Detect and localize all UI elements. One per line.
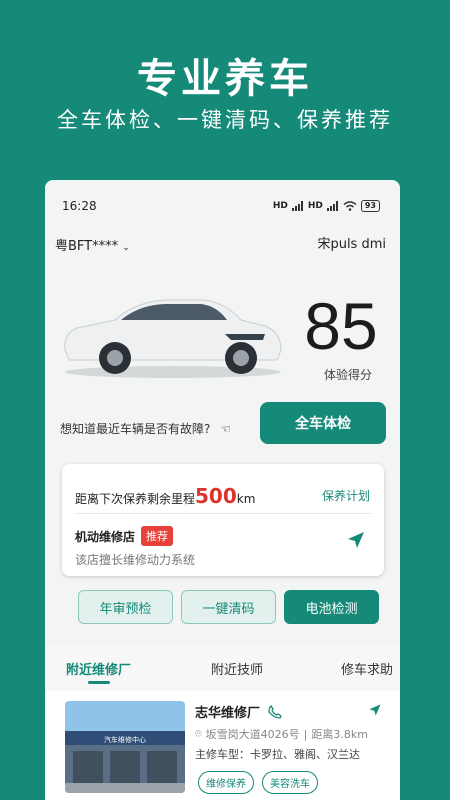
battery-icon: 93	[360, 200, 380, 212]
wifi-icon	[343, 201, 357, 211]
hero-subtitle: 全车体检、一键清码、保养推荐	[57, 108, 393, 132]
repair-shop-address: ⌾ 坂雪岗大道4026号 | 距离3.8km	[195, 727, 368, 741]
quick-actions: 年审预检 一键清码 电池检测	[78, 590, 379, 624]
navigate-icon[interactable]	[368, 703, 382, 717]
recommend-badge: 推荐	[141, 526, 174, 546]
tab-nearby-technicians[interactable]: 附近技师	[211, 659, 263, 678]
mileage-remaining: 距离下次保养剩余里程500km	[75, 484, 255, 508]
hand-pointer-icon: ☜	[220, 422, 231, 436]
phone-screen: 16:28 HD HD 93 粤BFT**** ⌄ 宋puls dmi 85 体…	[45, 180, 400, 800]
chevron-down-icon: ⌄	[122, 243, 130, 253]
plate-text: 粤BFT****	[55, 239, 119, 254]
main-models: 主修车型：卡罗拉、雅阁、汉兰达	[195, 748, 360, 761]
car-image	[64, 299, 282, 378]
mileage-prefix: 距离下次保养剩余里程	[75, 492, 196, 506]
signal-bars-icon-2	[326, 201, 338, 211]
active-tab-indicator	[88, 681, 110, 684]
score-value: 85	[304, 289, 378, 363]
status-icons: HD HD 93	[273, 200, 380, 212]
plate-selector[interactable]: 粤BFT**** ⌄	[55, 235, 130, 254]
navigate-icon[interactable]	[346, 530, 366, 550]
signal-icon-2: HD	[307, 201, 323, 211]
car-model: 宋puls dmi	[317, 237, 386, 252]
fault-question: 想知道最近车辆是否有故障? ☜	[60, 420, 231, 437]
status-time: 16:28	[62, 199, 97, 213]
annual-inspection-button[interactable]: 年审预检	[78, 590, 173, 624]
hero-title: 专业养车	[137, 56, 313, 102]
maintenance-row: 距离下次保养剩余里程500km 保养计划	[75, 478, 370, 508]
shop-photo: 汽车维修中心	[65, 701, 185, 793]
repair-shop-name: 志华维修厂	[195, 706, 261, 721]
tab-repair-help[interactable]: 修车求助	[341, 659, 393, 678]
service-tags: 维修保养 美容洗车	[198, 771, 318, 794]
divider	[75, 513, 371, 514]
shop-description: 该店擅长维修动力系统	[75, 553, 196, 567]
repair-shop-title: 志华维修厂	[195, 702, 282, 721]
signal-icon: HD	[272, 201, 288, 211]
repair-shop-card[interactable]: 汽车维修中心 志华维修厂 ⌾ 坂雪岗大道4026号 | 距离3.8km 主修车型…	[45, 691, 400, 800]
location-pin-icon: ⌾	[195, 727, 202, 740]
phone-icon[interactable]	[268, 704, 282, 719]
tab-bar: 附近维修厂 附近技师 修车求助	[45, 645, 400, 691]
status-bar: 16:28 HD HD 93	[45, 180, 400, 232]
signal-bars-icon	[291, 201, 303, 211]
mileage-value: 500	[195, 484, 237, 508]
recommended-shop-name[interactable]: 机动维修店 推荐	[75, 526, 174, 546]
shop-photo-sign: 汽车维修中心	[104, 735, 146, 744]
fault-question-text: 想知道最近车辆是否有故障?	[60, 422, 211, 436]
shop-name-text: 机动维修店	[75, 529, 136, 544]
tag-maintenance: 维修保养	[198, 771, 254, 794]
clear-codes-button[interactable]: 一键清码	[181, 590, 276, 624]
score-label: 体验得分	[323, 368, 372, 382]
address-text: 坂雪岗大道4026号	[205, 728, 300, 741]
maintenance-card: 距离下次保养剩余里程500km 保养计划 机动维修店 推荐 该店擅长维修动力系统	[62, 464, 384, 576]
battery-check-button[interactable]: 电池检测	[284, 590, 379, 624]
full-inspection-button[interactable]: 全车体检	[260, 402, 386, 444]
maintenance-plan-link[interactable]: 保养计划	[322, 487, 370, 504]
mileage-unit: km	[236, 492, 256, 506]
tab-nearby-shops[interactable]: 附近维修厂	[66, 659, 131, 678]
distance-text: 距离3.8km	[311, 728, 368, 741]
tag-car-wash: 美容洗车	[262, 771, 318, 794]
